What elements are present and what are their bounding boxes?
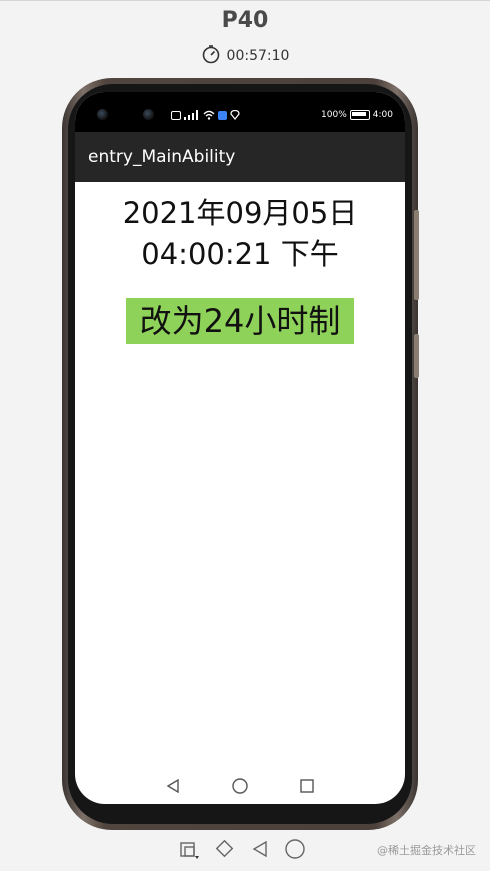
- back-icon[interactable]: [165, 778, 181, 794]
- battery-percent: 100%: [321, 110, 347, 120]
- front-camera-icon: [143, 109, 154, 120]
- navigation-bar: [75, 768, 405, 804]
- device-name: P40: [221, 8, 269, 33]
- recents-icon[interactable]: [299, 778, 315, 794]
- emulator-back-icon[interactable]: [250, 839, 270, 859]
- volume-button[interactable]: [414, 210, 419, 300]
- power-button[interactable]: [414, 334, 419, 378]
- wifi-icon: [203, 110, 215, 120]
- location-icon: [230, 110, 240, 120]
- status-bar: 100% 4:00: [75, 92, 405, 132]
- stopwatch-icon: [201, 44, 221, 68]
- toggle-24h-button[interactable]: 改为24小时制: [126, 298, 354, 344]
- emulator-home-icon[interactable]: [284, 838, 306, 860]
- home-icon[interactable]: [231, 777, 249, 795]
- watermark: @稀土掘金技术社区: [377, 844, 476, 857]
- front-camera-icon: [97, 109, 108, 120]
- app-title: entry_MainAbility: [88, 147, 236, 167]
- app-notification-icon: [218, 110, 227, 120]
- battery-icon: [349, 110, 370, 120]
- nfc-icon: [171, 110, 181, 120]
- rotate-icon[interactable]: [214, 838, 236, 860]
- screenshot-icon[interactable]: [178, 838, 200, 860]
- time-text: 04:00:21 下午: [141, 237, 339, 271]
- top-divider: [0, 0, 490, 1]
- elapsed-time: 00:57:10: [226, 48, 290, 64]
- emulator-toolbar: [178, 838, 306, 860]
- date-text: 2021年09月05日: [122, 196, 358, 230]
- phone-screen: 100% 4:00 entry_MainAbility 2021年09月05日 …: [75, 92, 405, 804]
- app-title-bar: entry_MainAbility: [75, 132, 405, 182]
- status-clock: 4:00: [372, 110, 393, 120]
- signal-icon: [184, 110, 198, 120]
- status-icons: [171, 110, 240, 120]
- status-right: 100% 4:00: [321, 110, 393, 120]
- timer-row: 00:57:10: [0, 44, 490, 68]
